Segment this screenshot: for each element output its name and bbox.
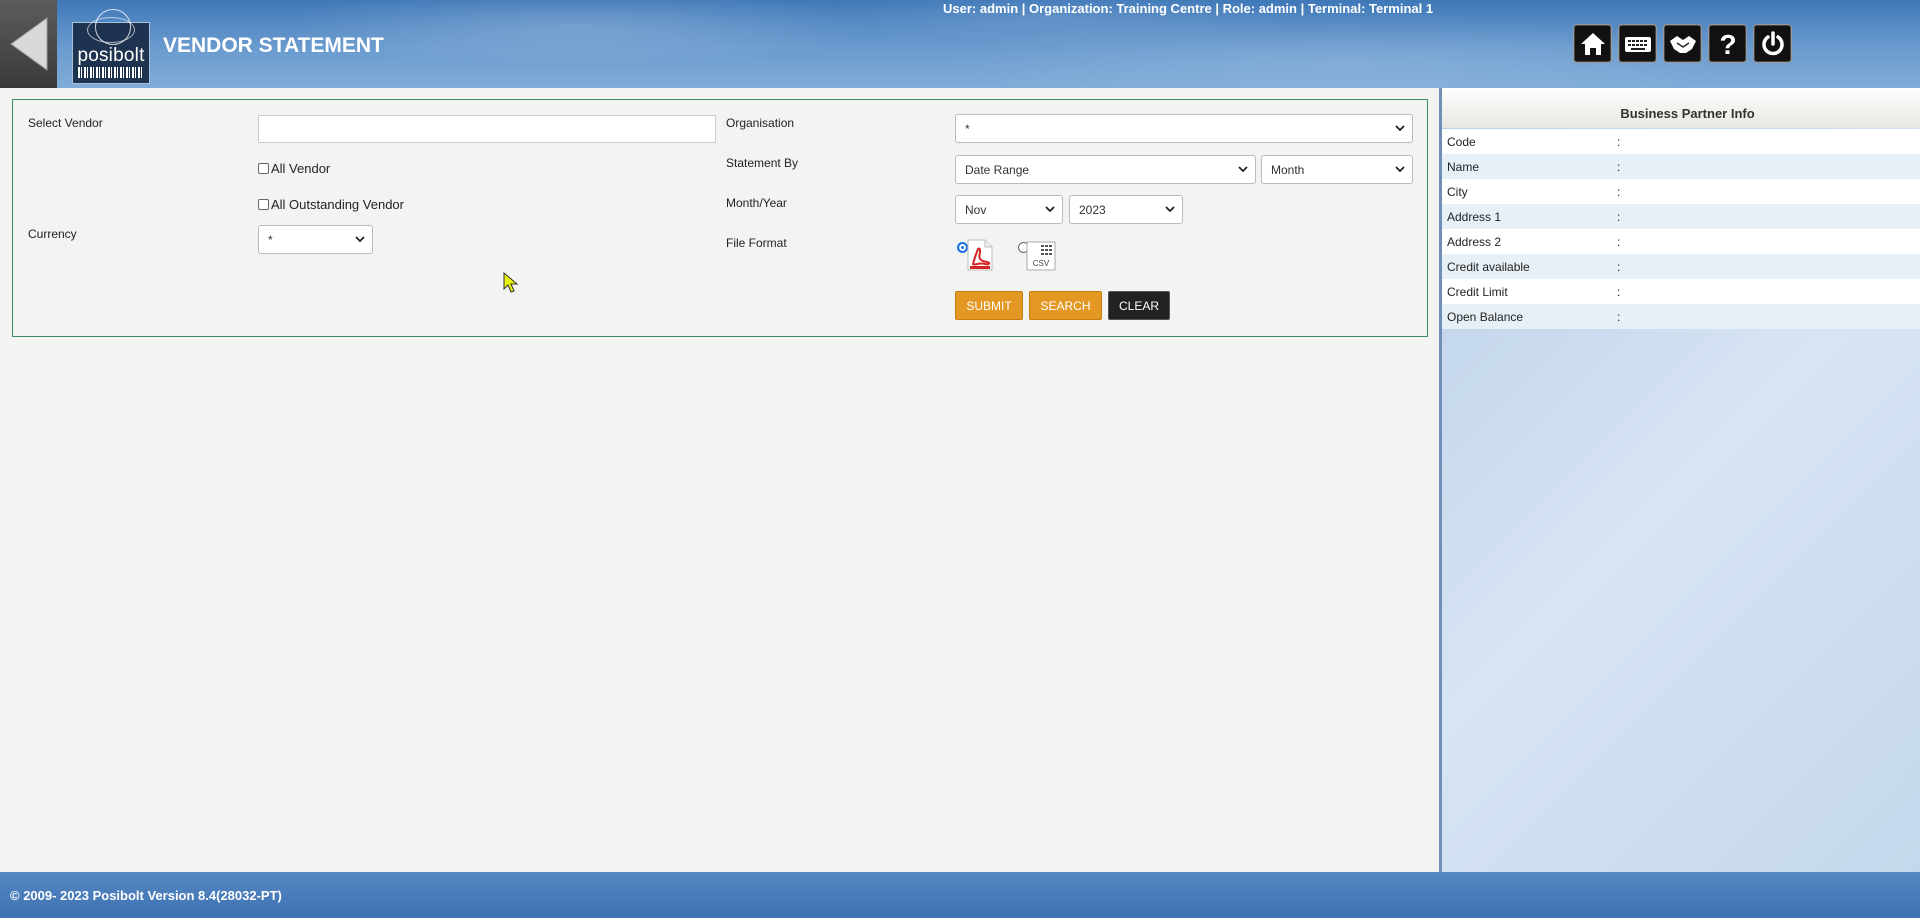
help-button[interactable]: ?	[1708, 24, 1747, 63]
app-footer: © 2009- 2023 Posibolt Version 8.4(28032-…	[0, 872, 1920, 918]
user-session-info: User: admin | Organization: Training Cen…	[943, 1, 1434, 16]
business-partner-panel: Business Partner Info Code : Name : City…	[1439, 88, 1920, 872]
bp-separator: :	[1617, 184, 1621, 199]
bp-label: Credit Limit	[1447, 284, 1508, 299]
bp-label: Address 1	[1447, 209, 1502, 224]
business-partner-title: Business Partner Info	[1620, 106, 1755, 121]
all-outstanding-label: All Outstanding Vendor	[271, 197, 404, 212]
home-icon	[1580, 32, 1605, 55]
currency-label: Currency	[28, 227, 77, 241]
bp-separator: :	[1617, 259, 1621, 274]
bp-label: Open Balance	[1447, 309, 1524, 324]
bp-separator: :	[1617, 309, 1621, 324]
bp-label: City	[1447, 184, 1468, 199]
logout-button[interactable]	[1753, 24, 1792, 63]
keyboard-button[interactable]	[1618, 24, 1657, 63]
statement-by-select[interactable]: Date Range	[955, 155, 1256, 184]
bp-label: Credit available	[1447, 259, 1530, 274]
bp-row-name: Name :	[1442, 154, 1920, 179]
chevron-down-icon	[1045, 206, 1055, 213]
bp-label: Address 2	[1447, 234, 1502, 249]
bp-label: Name	[1447, 159, 1480, 174]
business-partner-header: Business Partner Info	[1442, 88, 1920, 128]
month-value: Nov	[965, 202, 987, 217]
year-select[interactable]: 2023	[1069, 195, 1183, 224]
handshake-icon	[1669, 35, 1696, 53]
bp-separator: :	[1617, 134, 1621, 149]
logo-ellipse	[87, 17, 135, 43]
period-select[interactable]: Month	[1261, 155, 1413, 184]
bp-row-credit-available: Credit available :	[1442, 254, 1920, 279]
logo-text: posibolt	[77, 45, 145, 66]
pdf-file-icon[interactable]	[965, 238, 995, 272]
organisation-select[interactable]: *	[955, 114, 1413, 143]
bp-row-credit-limit: Credit Limit :	[1442, 279, 1920, 304]
page-title: VENDOR STATEMENT	[163, 34, 384, 57]
posibolt-logo: posibolt	[72, 9, 150, 84]
search-button[interactable]: SEARCH	[1029, 291, 1102, 320]
footer-version-text: © 2009- 2023 Posibolt Version 8.4(28032-…	[10, 888, 282, 903]
back-button[interactable]	[0, 0, 57, 88]
all-vendor-label: All Vendor	[271, 161, 331, 176]
all-vendor-option: All Vendor	[258, 161, 330, 176]
file-format-label: File Format	[726, 236, 787, 250]
mouse-cursor-icon	[503, 272, 519, 293]
month-select[interactable]: Nov	[955, 195, 1063, 224]
chevron-down-icon	[1165, 206, 1175, 213]
all-outstanding-option: All Outstanding Vendor	[258, 197, 404, 212]
bp-separator: :	[1617, 209, 1621, 224]
clear-button[interactable]: CLEAR	[1108, 291, 1170, 320]
month-year-label: Month/Year	[726, 196, 787, 210]
csv-file-icon[interactable]: CSV	[1023, 240, 1057, 272]
header-toolbar: ?	[1573, 24, 1792, 63]
statement-by-value: Date Range	[965, 162, 1030, 177]
bp-row-address2: Address 2 :	[1442, 229, 1920, 254]
statement-form: Select Vendor All Vendor All Outstanding…	[12, 99, 1428, 337]
bp-label: Code	[1447, 134, 1476, 149]
statement-by-label: Statement By	[726, 156, 799, 170]
period-value: Month	[1271, 162, 1305, 177]
power-icon	[1761, 30, 1784, 55]
chevron-down-icon	[1395, 125, 1405, 132]
organisation-value: *	[965, 121, 970, 136]
organisation-label: Organisation	[726, 116, 795, 130]
chevron-down-icon	[1238, 166, 1248, 173]
back-arrow-icon	[9, 17, 47, 71]
all-vendor-checkbox[interactable]	[258, 163, 269, 174]
year-value: 2023	[1079, 202, 1106, 217]
all-outstanding-checkbox[interactable]	[258, 199, 269, 210]
bp-row-code: Code :	[1442, 129, 1920, 154]
logo-barcode	[78, 67, 144, 78]
bp-separator: :	[1617, 159, 1621, 174]
handshake-button[interactable]	[1663, 24, 1702, 63]
currency-value: *	[268, 232, 273, 247]
chevron-down-icon	[355, 236, 365, 243]
select-vendor-label: Select Vendor	[28, 116, 103, 130]
app-header: posibolt VENDOR STATEMENT User: admin | …	[0, 0, 1920, 88]
vendor-input[interactable]	[258, 115, 716, 143]
keyboard-icon	[1624, 36, 1651, 52]
currency-select[interactable]: *	[258, 225, 373, 254]
svg-text:?: ?	[1719, 29, 1736, 59]
csv-icon-label: CSV	[1033, 259, 1050, 268]
submit-button[interactable]: SUBMIT	[955, 291, 1023, 320]
home-button[interactable]	[1573, 24, 1612, 63]
chevron-down-icon	[1395, 166, 1405, 173]
bp-separator: :	[1617, 234, 1621, 249]
bp-row-address1: Address 1 :	[1442, 204, 1920, 229]
bp-row-open-balance: Open Balance :	[1442, 304, 1920, 329]
bp-row-city: City :	[1442, 179, 1920, 204]
bp-separator: :	[1617, 284, 1621, 299]
help-icon: ?	[1719, 29, 1736, 59]
